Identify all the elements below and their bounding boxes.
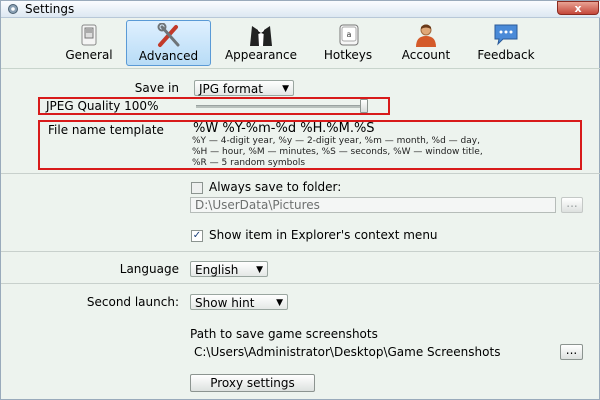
tab-label: Advanced: [138, 49, 199, 63]
divider: [1, 283, 600, 284]
proxy-settings-button[interactable]: Proxy settings: [190, 374, 315, 392]
file-template-help: %Y — 4-digit year, %y — 2-digit year, %m…: [192, 136, 483, 169]
close-button[interactable]: x: [557, 1, 599, 15]
settings-window: Settings x General Advanced Appearance a…: [0, 0, 600, 400]
context-menu-checkbox[interactable]: ✓: [191, 230, 203, 242]
file-template-input[interactable]: %W %Y-%m-%d %H.%M.%S: [193, 121, 375, 136]
jpeg-quality-slider[interactable]: [360, 99, 368, 113]
tab-feedback[interactable]: Feedback: [467, 20, 545, 66]
chevron-down-icon: ▼: [282, 84, 289, 94]
game-screenshots-browse-button[interactable]: ...: [560, 344, 583, 360]
keyboard-key-icon: a: [339, 24, 359, 46]
window-title: Settings: [25, 2, 75, 16]
tab-label: General: [65, 48, 113, 62]
tab-label: Feedback: [477, 48, 535, 62]
always-save-path-field[interactable]: D:\UserData\Pictures: [190, 197, 556, 213]
tab-label: Appearance: [224, 48, 298, 62]
switch-icon: [81, 24, 97, 46]
always-save-checkbox[interactable]: [191, 182, 203, 194]
save-format-value: JPG format: [199, 82, 263, 96]
tab-label: Hotkeys: [323, 48, 373, 62]
game-screenshots-path[interactable]: C:\Users\Administrator\Desktop\Game Scre…: [194, 345, 500, 359]
game-screenshots-label: Path to save game screenshots: [190, 327, 378, 341]
chevron-down-icon: ▼: [276, 298, 283, 308]
user-icon: [416, 24, 436, 47]
settings-tabs: General Advanced Appearance a Hotkeys Ac…: [1, 18, 600, 69]
tab-appearance[interactable]: Appearance: [215, 20, 307, 66]
language-dropdown[interactable]: English ▼: [190, 261, 268, 277]
jpeg-quality-label: JPEG Quality 100%: [46, 99, 159, 113]
chevron-down-icon: ▼: [256, 265, 263, 275]
tab-general[interactable]: General: [55, 20, 123, 66]
tab-account[interactable]: Account: [391, 20, 461, 66]
help-line: %Y — 4-digit year, %y — 2-digit year, %m…: [192, 136, 480, 146]
second-launch-value: Show hint: [195, 296, 255, 310]
language-value: English: [195, 263, 239, 277]
tab-hotkeys[interactable]: a Hotkeys: [313, 20, 383, 66]
always-save-browse-button[interactable]: ...: [561, 197, 583, 213]
divider: [1, 173, 600, 174]
language-label: Language: [119, 262, 179, 276]
title-bar: Settings x: [1, 1, 600, 18]
second-launch-dropdown[interactable]: Show hint ▼: [190, 294, 288, 310]
help-line: %H — hour, %M — minutes, %S — seconds, %…: [192, 147, 483, 157]
jpeg-quality-track: [196, 105, 368, 108]
tools-icon: [157, 23, 179, 47]
second-launch-label: Second launch:: [86, 295, 179, 309]
tuxedo-icon: [250, 26, 272, 46]
help-line: %R — 5 random symbols: [192, 158, 306, 168]
speech-bubble-icon: [494, 24, 518, 46]
save-in-label: Save in: [134, 81, 179, 95]
always-save-label: Always save to folder:: [209, 180, 342, 194]
save-format-dropdown[interactable]: JPG format ▼: [194, 80, 294, 96]
divider: [1, 251, 600, 252]
svg-text:a: a: [347, 30, 352, 39]
file-template-label: File name template: [48, 123, 164, 137]
gear-icon: [8, 4, 18, 14]
tab-advanced[interactable]: Advanced: [126, 20, 211, 66]
close-icon: x: [574, 2, 582, 15]
context-menu-label: Show item in Explorer's context menu: [209, 228, 438, 242]
tab-label: Account: [401, 48, 451, 62]
